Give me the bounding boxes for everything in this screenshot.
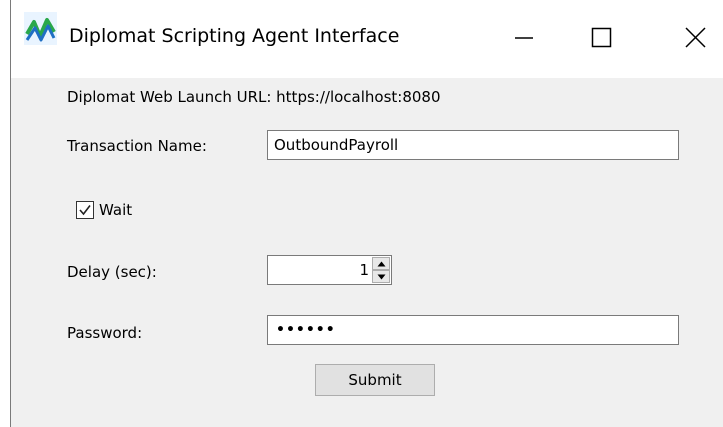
checkmark-icon xyxy=(79,205,91,216)
maximize-button[interactable] xyxy=(578,0,624,78)
password-mask: •••••• xyxy=(276,322,336,338)
delay-decrement-button[interactable] xyxy=(372,270,390,283)
password-label: Password: xyxy=(67,324,143,342)
window-title: Diplomat Scripting Agent Interface xyxy=(69,25,400,47)
close-icon xyxy=(685,27,706,48)
wait-label: Wait xyxy=(99,201,133,219)
close-button[interactable] xyxy=(674,0,720,78)
delay-label: Delay (sec): xyxy=(67,263,157,281)
arrow-up-icon xyxy=(377,261,386,267)
minimize-button[interactable] xyxy=(501,0,547,78)
diplomat-app-icon xyxy=(24,12,57,45)
launch-url-label: Diplomat Web Launch URL: https://localho… xyxy=(67,88,441,106)
maximize-icon xyxy=(591,27,612,48)
password-input[interactable]: •••••• xyxy=(267,315,679,345)
app-window: Diplomat Scripting Agent Interface Diplo… xyxy=(10,0,723,427)
transaction-name-input[interactable]: OutboundPayroll xyxy=(267,130,679,160)
arrow-down-icon xyxy=(377,274,386,280)
wait-checkbox[interactable] xyxy=(76,201,94,219)
delay-spinner[interactable]: 1 xyxy=(267,255,392,285)
delay-increment-button[interactable] xyxy=(372,257,390,270)
transaction-name-label: Transaction Name: xyxy=(67,137,207,155)
title-bar: Diplomat Scripting Agent Interface xyxy=(11,0,723,78)
delay-value: 1 xyxy=(359,261,369,279)
minimize-icon xyxy=(515,37,533,39)
submit-button[interactable]: Submit xyxy=(315,364,435,396)
form-panel: Diplomat Web Launch URL: https://localho… xyxy=(11,78,723,427)
